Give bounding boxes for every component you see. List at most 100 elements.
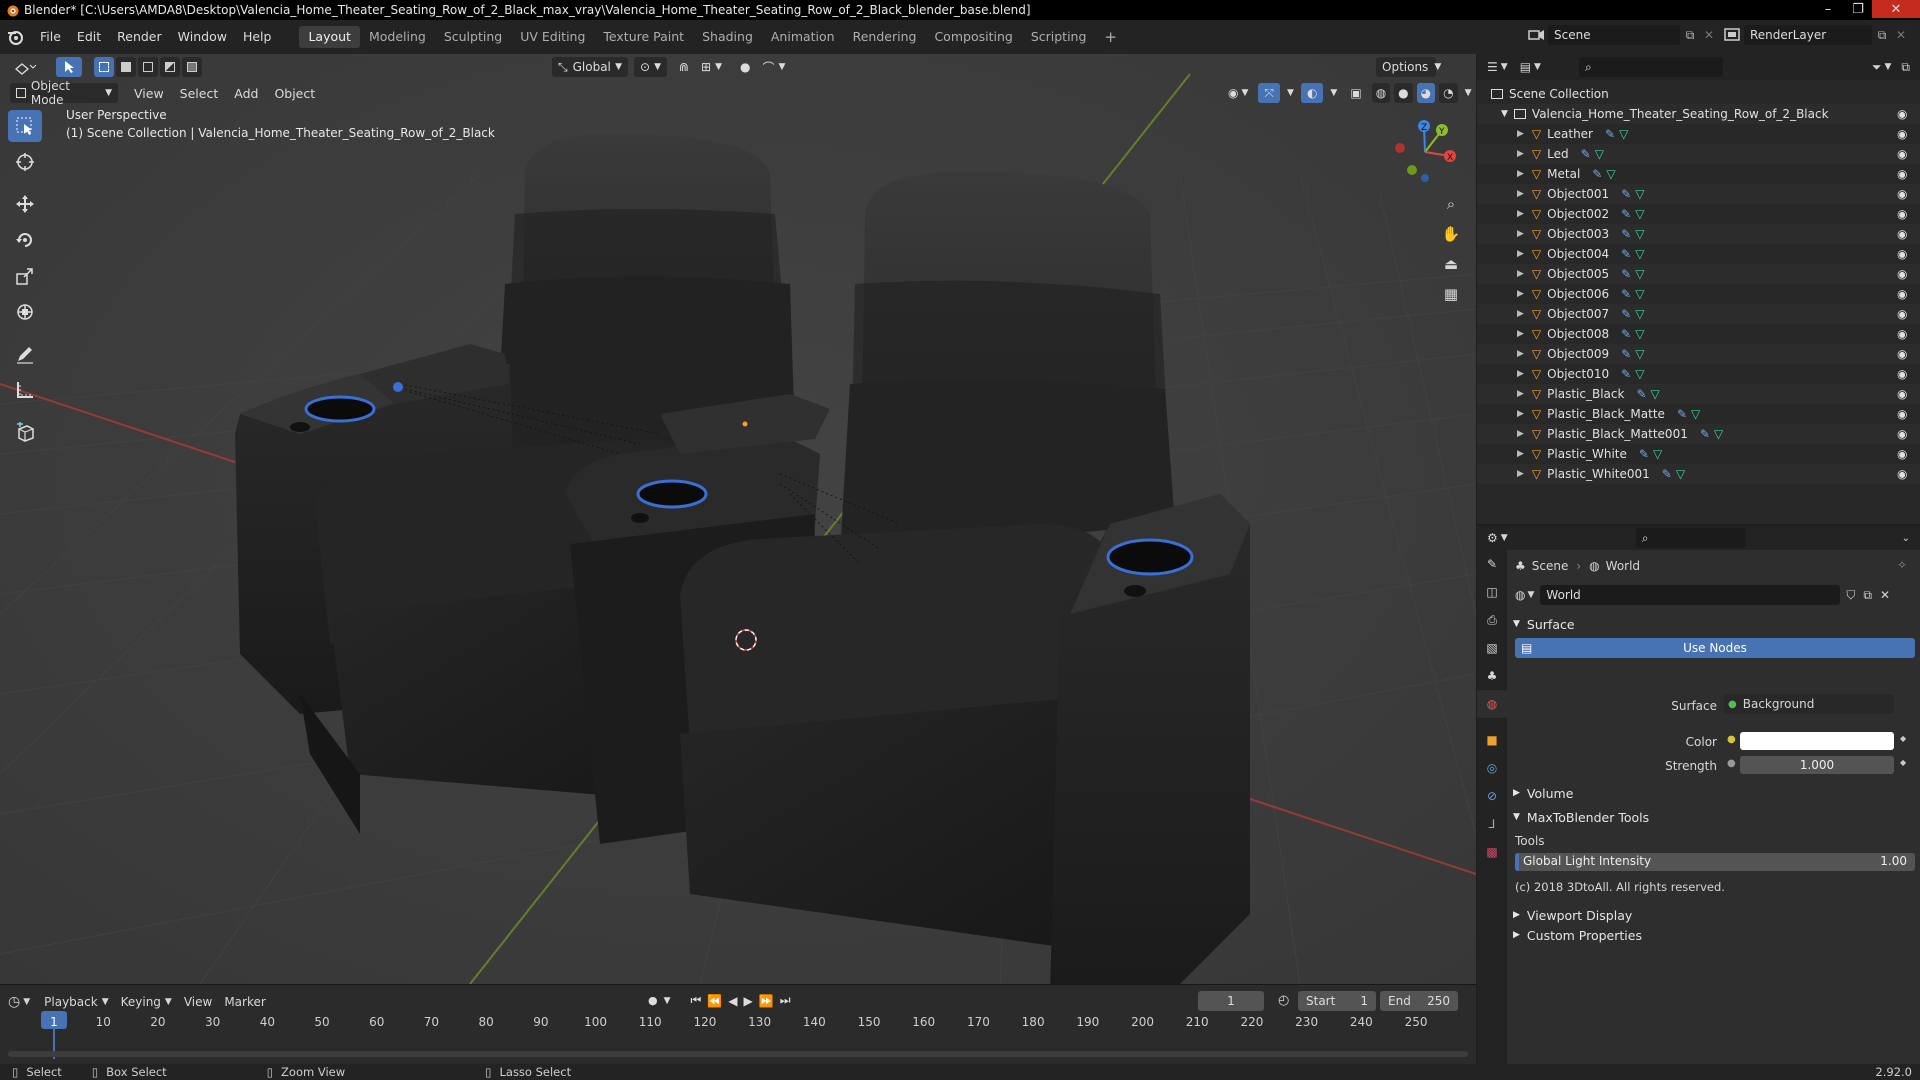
mesh-data-icon[interactable]: ▽ <box>1619 127 1628 141</box>
mesh-data-icon[interactable]: ▽ <box>1651 387 1660 401</box>
new-collection-icon[interactable]: ⧉ <box>1901 60 1910 75</box>
tool-add-cube[interactable] <box>8 416 42 448</box>
tab-scene[interactable]: ♣ <box>1477 662 1507 690</box>
properties-editor-type[interactable]: ⚙ ▼ <box>1487 531 1508 545</box>
tool-scale[interactable] <box>8 260 42 292</box>
tab-modeling[interactable]: Modeling <box>360 26 435 48</box>
tool-annotate[interactable] <box>8 338 42 370</box>
menu-edit[interactable]: Edit <box>69 25 109 49</box>
expand-right-icon[interactable]: ▶ <box>1517 429 1524 439</box>
expand-right-icon[interactable]: ▶ <box>1517 269 1524 279</box>
mesh-data-icon[interactable]: ▽ <box>1606 167 1615 181</box>
modifier-wrench-icon[interactable]: ✎ <box>1592 167 1602 181</box>
tab-texture-paint[interactable]: Texture Paint <box>594 26 693 48</box>
expand-right-icon[interactable]: ▶ <box>1517 409 1524 419</box>
outliner-filter-dropdown[interactable]: ⏷ ▼ ⧉ <box>1872 60 1910 75</box>
expand-right-icon[interactable]: ▶ <box>1517 349 1524 359</box>
navigation-gizmo[interactable]: X Y Z <box>1390 112 1460 182</box>
modifier-wrench-icon[interactable]: ✎ <box>1621 267 1631 281</box>
menu-window[interactable]: Window <box>170 25 235 49</box>
outliner-object-row[interactable]: ▶ ▽ Object009 ✎ ▽ ◉ <box>1477 344 1920 364</box>
outliner-object-row[interactable]: ▶ ▽ Metal ✎ ▽ ◉ <box>1477 164 1920 184</box>
tool-measure[interactable] <box>8 374 42 406</box>
outliner-object-row[interactable]: ▶ ▽ Plastic_White001 ✎ ▽ ◉ <box>1477 464 1920 484</box>
eye-icon[interactable]: ◉ <box>1897 387 1907 401</box>
outliner-object-row[interactable]: ▶ ▽ Object001 ✎ ▽ ◉ <box>1477 184 1920 204</box>
select-menu[interactable]: Select <box>172 86 227 101</box>
modifier-wrench-icon[interactable]: ✎ <box>1662 467 1672 481</box>
view-layer-selector[interactable]: RenderLayer <box>1744 25 1872 45</box>
eye-icon[interactable]: ◉ <box>1897 127 1907 141</box>
tab-render[interactable]: ◫ <box>1477 578 1507 606</box>
mesh-data-icon[interactable]: ▽ <box>1635 267 1644 281</box>
outliner-editor-type[interactable]: ☰ ▼ <box>1487 60 1508 74</box>
gizmo-toggle[interactable]: ⤧ <box>1258 83 1281 103</box>
modifier-wrench-icon[interactable]: ✎ <box>1621 187 1631 201</box>
modifier-wrench-icon[interactable]: ✎ <box>1621 207 1631 221</box>
tab-compositing[interactable]: Compositing <box>925 26 1021 48</box>
mesh-data-icon[interactable]: ▽ <box>1635 207 1644 221</box>
modifier-wrench-icon[interactable]: ✎ <box>1621 287 1631 301</box>
new-scene-icon[interactable]: ⧉ <box>1680 28 1700 43</box>
xray-toggle[interactable]: ▣ <box>1344 83 1367 103</box>
timeline-scrollbar[interactable] <box>8 1051 1468 1057</box>
select-intersect-button[interactable] <box>182 57 202 77</box>
eye-icon[interactable]: ◉ <box>1897 167 1907 181</box>
modifier-wrench-icon[interactable]: ✎ <box>1621 307 1631 321</box>
select-mode-tweak-button[interactable] <box>56 57 82 77</box>
minimize-button[interactable]: – <box>1816 0 1840 18</box>
outliner-scene-collection[interactable]: Scene Collection <box>1477 84 1920 104</box>
modifier-wrench-icon[interactable]: ✎ <box>1581 147 1591 161</box>
mode-dropdown[interactable]: Object Mode ▼ <box>10 79 118 107</box>
expand-right-icon[interactable]: ▶ <box>1517 309 1524 319</box>
expand-right-icon[interactable]: ▶ <box>1517 149 1524 159</box>
keyframe-dot-icon[interactable]: ◆ <box>1900 758 1906 767</box>
mesh-data-icon[interactable]: ▽ <box>1635 307 1644 321</box>
eye-icon[interactable]: ◉ <box>1897 247 1907 261</box>
modifier-wrench-icon[interactable]: ✎ <box>1621 247 1631 261</box>
modifier-wrench-icon[interactable]: ✎ <box>1621 367 1631 381</box>
outliner-object-row[interactable]: ▶ ▽ Led ✎ ▽ ◉ <box>1477 144 1920 164</box>
eye-icon[interactable]: ◉ <box>1897 407 1907 421</box>
eye-icon[interactable]: ◉ <box>1897 467 1907 481</box>
eye-icon[interactable]: ◉ <box>1897 187 1907 201</box>
shading-rendered-button[interactable]: ◔ <box>1439 83 1458 103</box>
view-layer-icon[interactable] <box>1722 26 1744 44</box>
expand-right-icon[interactable]: ▶ <box>1517 249 1524 259</box>
tab-tool[interactable]: ✎ <box>1477 550 1507 578</box>
mesh-data-icon[interactable]: ▽ <box>1635 227 1644 241</box>
unlink-world-icon[interactable]: ✕ <box>1880 588 1890 602</box>
expand-right-icon[interactable]: ▶ <box>1517 209 1524 219</box>
modifier-wrench-icon[interactable]: ✎ <box>1621 347 1631 361</box>
delete-scene-icon[interactable]: ✕ <box>1700 28 1718 42</box>
eye-icon[interactable]: ◉ <box>1897 107 1907 121</box>
modifier-wrench-icon[interactable]: ✎ <box>1700 427 1710 441</box>
select-extend-button[interactable] <box>116 57 136 77</box>
expand-down-icon[interactable]: ▼ <box>1501 109 1508 119</box>
strength-field[interactable]: 1.000 <box>1740 756 1894 774</box>
outliner-object-row[interactable]: ▶ ▽ Object010 ✎ ▽ ◉ <box>1477 364 1920 384</box>
eye-icon[interactable]: ◉ <box>1897 447 1907 461</box>
select-new-button[interactable] <box>94 57 114 77</box>
menu-file[interactable]: File <box>32 25 69 49</box>
eye-icon[interactable]: ◉ <box>1897 367 1907 381</box>
expand-right-icon[interactable]: ▶ <box>1517 189 1524 199</box>
select-invert-button[interactable] <box>160 57 180 77</box>
expand-right-icon[interactable]: ▶ <box>1517 289 1524 299</box>
outliner-object-row[interactable]: ▶ ▽ Plastic_Black_Matte ✎ ▽ ◉ <box>1477 404 1920 424</box>
tab-sculpting[interactable]: Sculpting <box>435 26 511 48</box>
overlays-dropdown[interactable]: ▼ <box>1327 83 1340 103</box>
outliner-collection-row[interactable]: ▼ Valencia_Home_Theater_Seating_Row_of_2… <box>1477 104 1920 124</box>
viewport-display-panel-header[interactable]: ▶ Viewport Display <box>1513 904 1913 926</box>
visibility-dropdown[interactable]: ◉ ▼ <box>1222 83 1254 103</box>
tab-animation[interactable]: Animation <box>762 26 844 48</box>
add-menu[interactable]: Add <box>226 86 266 101</box>
eye-icon[interactable]: ◉ <box>1897 327 1907 341</box>
transform-orientation-dropdown[interactable]: ⤡ Global ▼ <box>552 57 628 77</box>
expand-right-icon[interactable]: ▶ <box>1517 229 1524 239</box>
tab-scripting[interactable]: Scripting <box>1022 26 1096 48</box>
options-dropdown[interactable]: Options ▼ <box>1376 57 1441 77</box>
expand-right-icon[interactable]: ▶ <box>1517 169 1524 179</box>
tool-rotate[interactable] <box>8 224 42 256</box>
close-window-button[interactable]: ✕ <box>1872 0 1920 18</box>
